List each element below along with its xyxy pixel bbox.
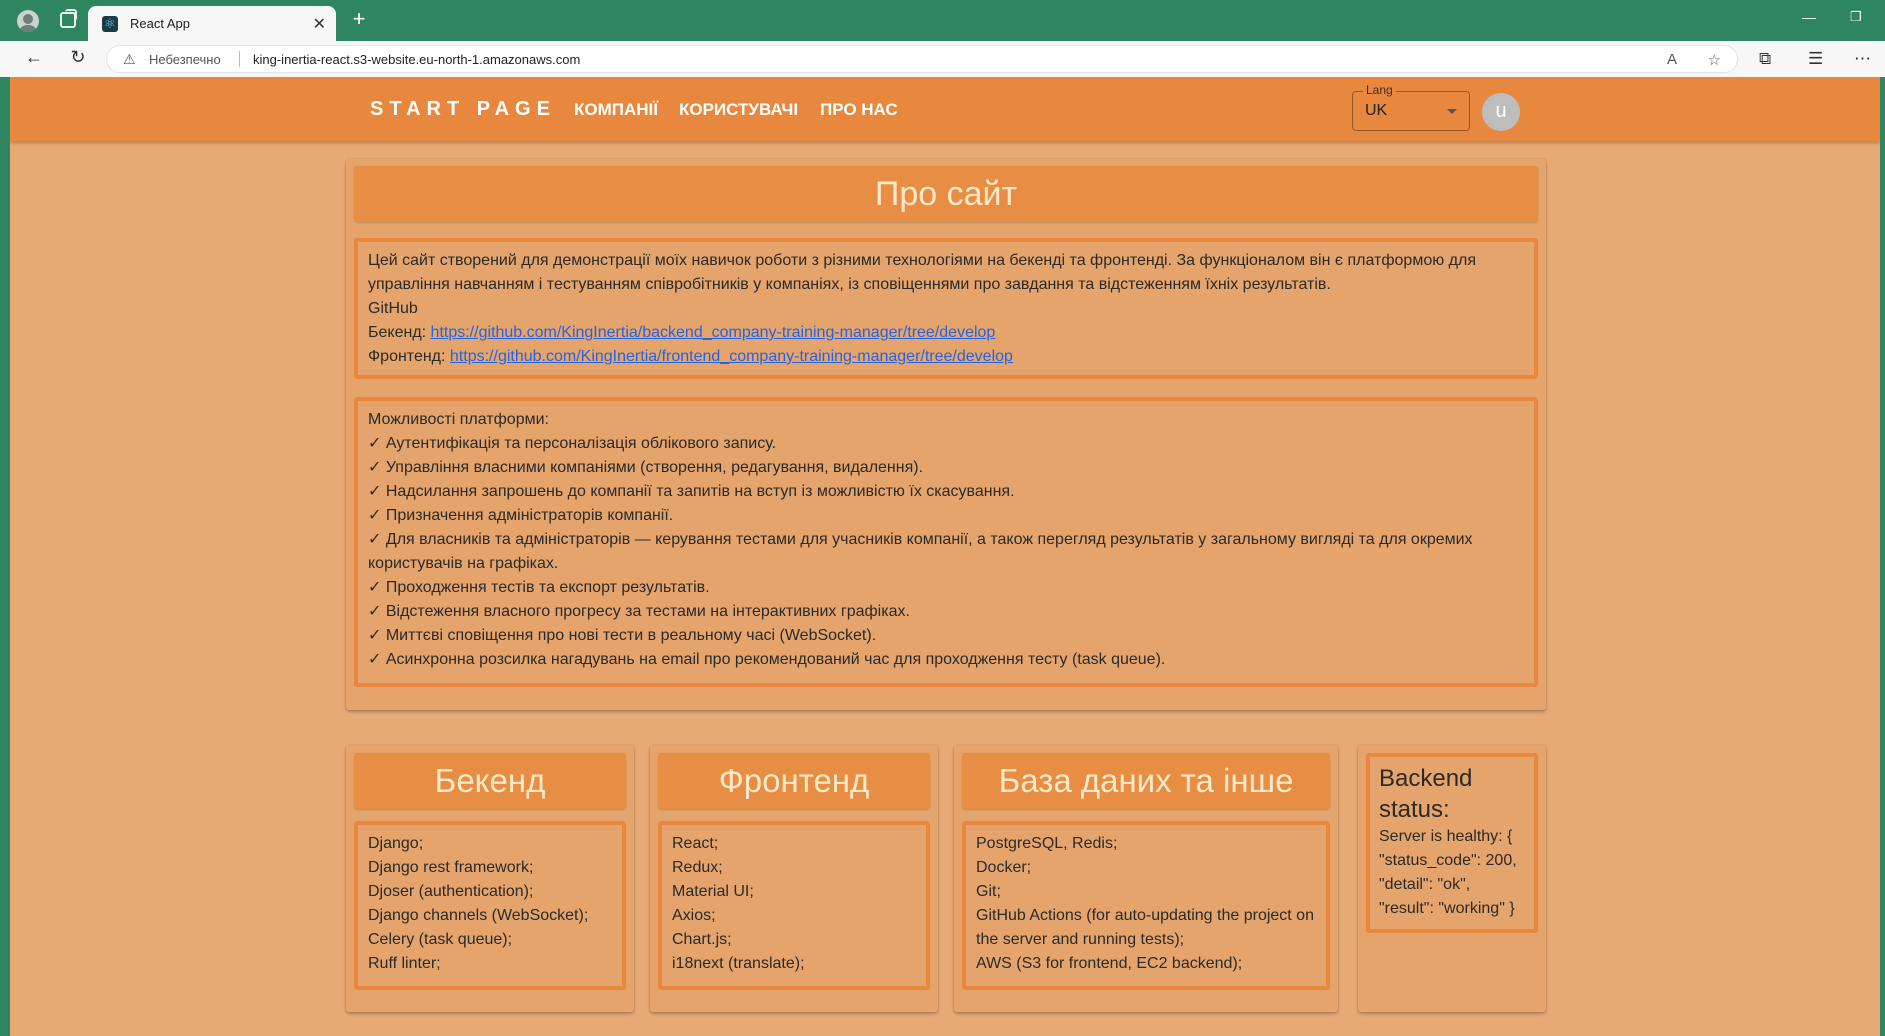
feature-item: ✓ Аутентифікація та персоналізація облік… (368, 435, 777, 452)
menu-icon[interactable]: ⋯ (1854, 49, 1871, 69)
minimize-icon[interactable]: — (1802, 9, 1816, 25)
nav-users[interactable]: КОРИСТУВАЧІ (679, 100, 798, 120)
security-label: Небезпечно (149, 52, 221, 67)
backend-stack-title: Бекенд (354, 753, 626, 809)
stack-item: Django channels (WebSocket); (368, 907, 589, 924)
about-card: Про сайт Цей сайт створений для демонстр… (346, 159, 1546, 710)
stack-item: Material UI; (672, 883, 754, 900)
backend-status-card: Backend status: Server is healthy: { "st… (1358, 745, 1546, 1012)
stack-item: Djoser (authentication); (368, 883, 534, 900)
stack-item: Celery (task queue); (368, 931, 513, 948)
status-text: Server is healthy: { "status_code": 200,… (1379, 828, 1517, 917)
address-bar[interactable]: ⚠ Небезпечно king-inertia-react.s3-websi… (106, 45, 1738, 73)
feature-item: ✓ Відстеження власного прогресу за теста… (368, 603, 910, 620)
stack-item: Redux; (672, 859, 723, 876)
github-label: GitHub (368, 300, 418, 317)
restore-icon[interactable]: ❐ (1850, 9, 1862, 25)
stack-item: Git; (976, 883, 1001, 900)
intro-text: Цей сайт створений для демонстрації моїх… (368, 252, 1476, 293)
warning-icon: ⚠ (123, 51, 136, 67)
read-aloud-icon[interactable]: A (1667, 51, 1677, 68)
backend-link-row: Бекенд: https://github.com/KingInertia/b… (368, 321, 1524, 345)
database-stack-title: База даних та інше (962, 753, 1330, 809)
backend-stack-list: Django; Django rest framework; Djoser (a… (354, 821, 626, 990)
dropdown-caret-icon (1447, 109, 1457, 114)
stack-item: React; (672, 835, 719, 852)
stack-item: Chart.js; (672, 931, 732, 948)
status-title: Backend status: (1379, 765, 1473, 823)
url-text[interactable]: king-inertia-react.s3-website.eu-north-1… (253, 52, 580, 67)
reload-icon[interactable]: ↻ (66, 47, 90, 68)
frontend-stack-card: Фронтенд React; Redux; Material UI; Axio… (650, 745, 938, 1012)
browser-tab[interactable]: ⚛ React App ✕ (88, 6, 336, 41)
page-viewport: START PAGE КОМПАНІЇ КОРИСТУВАЧІ ПРО НАС … (10, 77, 1880, 1036)
stack-item: Django; (368, 835, 424, 852)
workspaces-icon[interactable] (60, 9, 77, 28)
feature-item: ✓ Для власників та адміністраторів — кер… (368, 531, 1473, 572)
frontend-stack-list: React; Redux; Material UI; Axios; Chart.… (658, 821, 930, 990)
nav-about[interactable]: ПРО НАС (820, 100, 898, 120)
address-bar-row: ← ↻ ⚠ Небезпечно king-inertia-react.s3-w… (0, 41, 1885, 77)
browser-titlebar: ⚛ React App ✕ + — ❐ (0, 0, 1885, 41)
stack-item: Django rest framework; (368, 859, 534, 876)
app-header: START PAGE КОМПАНІЇ КОРИСТУВАЧІ ПРО НАС … (10, 77, 1880, 141)
frontend-stack-title: Фронтенд (658, 753, 930, 809)
database-stack-card: База даних та інше PostgreSQL, Redis; Do… (954, 745, 1338, 1012)
back-icon[interactable]: ← (22, 47, 46, 68)
about-title: Про сайт (354, 166, 1538, 222)
frontend-link-label: Фронтенд: (368, 348, 446, 365)
lang-value: UK (1365, 102, 1388, 119)
feature-item: ✓ Асинхронна розсилка нагадувань на emai… (368, 651, 1166, 668)
stack-item: AWS (S3 for frontend, EC2 backend); (976, 955, 1243, 972)
backend-repo-link[interactable]: https://github.com/KingInertia/backend_c… (431, 324, 996, 341)
stack-item: GitHub Actions (for auto-updating the pr… (976, 907, 1314, 948)
features-box: Можливості платформи: ✓ Аутентифікація т… (354, 397, 1538, 687)
feature-item: ✓ Надсилання запрошень до компанії та за… (368, 483, 1015, 500)
frontend-repo-link[interactable]: https://github.com/KingInertia/frontend_… (450, 348, 1013, 365)
react-favicon-icon: ⚛ (102, 16, 118, 32)
stack-item: Axios; (672, 907, 716, 924)
extensions-icon[interactable]: ⧉ (1759, 49, 1771, 69)
backend-stack-card: Бекенд Django; Django rest framework; Dj… (346, 745, 634, 1012)
new-tab-icon[interactable]: + (348, 6, 370, 32)
feature-item: ✓ Управління власними компаніями (створе… (368, 459, 924, 476)
profile-icon[interactable] (17, 10, 39, 32)
about-intro-box: Цей сайт створений для демонстрації моїх… (354, 238, 1538, 379)
favorites-icon[interactable]: ☰ (1808, 49, 1823, 69)
backend-status-box: Backend status: Server is healthy: { "st… (1366, 753, 1538, 933)
feature-item: ✓ Проходження тестів та експорт результа… (368, 579, 710, 596)
stack-item: Ruff linter; (368, 955, 441, 972)
frontend-link-row: Фронтенд: https://github.com/KingInertia… (368, 345, 1524, 369)
feature-item: ✓ Миттєві сповіщення про нові тести в ре… (368, 627, 877, 644)
database-stack-list: PostgreSQL, Redis; Docker; Git; GitHub A… (962, 821, 1330, 990)
url-divider (239, 51, 240, 67)
stack-item: PostgreSQL, Redis; (976, 835, 1118, 852)
favorite-star-icon[interactable]: ☆ (1708, 51, 1721, 69)
features-title: Можливості платформи: (368, 411, 549, 428)
stack-item: i18next (translate); (672, 955, 805, 972)
lang-label: Lang (1363, 83, 1396, 97)
user-avatar[interactable]: u (1482, 93, 1520, 131)
lang-select[interactable]: Lang UK (1352, 83, 1470, 131)
feature-item: ✓ Призначення адміністраторів компанії. (368, 507, 674, 524)
backend-link-label: Бекенд: (368, 324, 427, 341)
brand-logo[interactable]: START PAGE (370, 98, 556, 121)
nav-companies[interactable]: КОМПАНІЇ (574, 100, 658, 120)
stack-item: Docker; (976, 859, 1032, 876)
tab-title: React App (130, 16, 190, 31)
close-tab-icon[interactable]: ✕ (313, 14, 326, 34)
